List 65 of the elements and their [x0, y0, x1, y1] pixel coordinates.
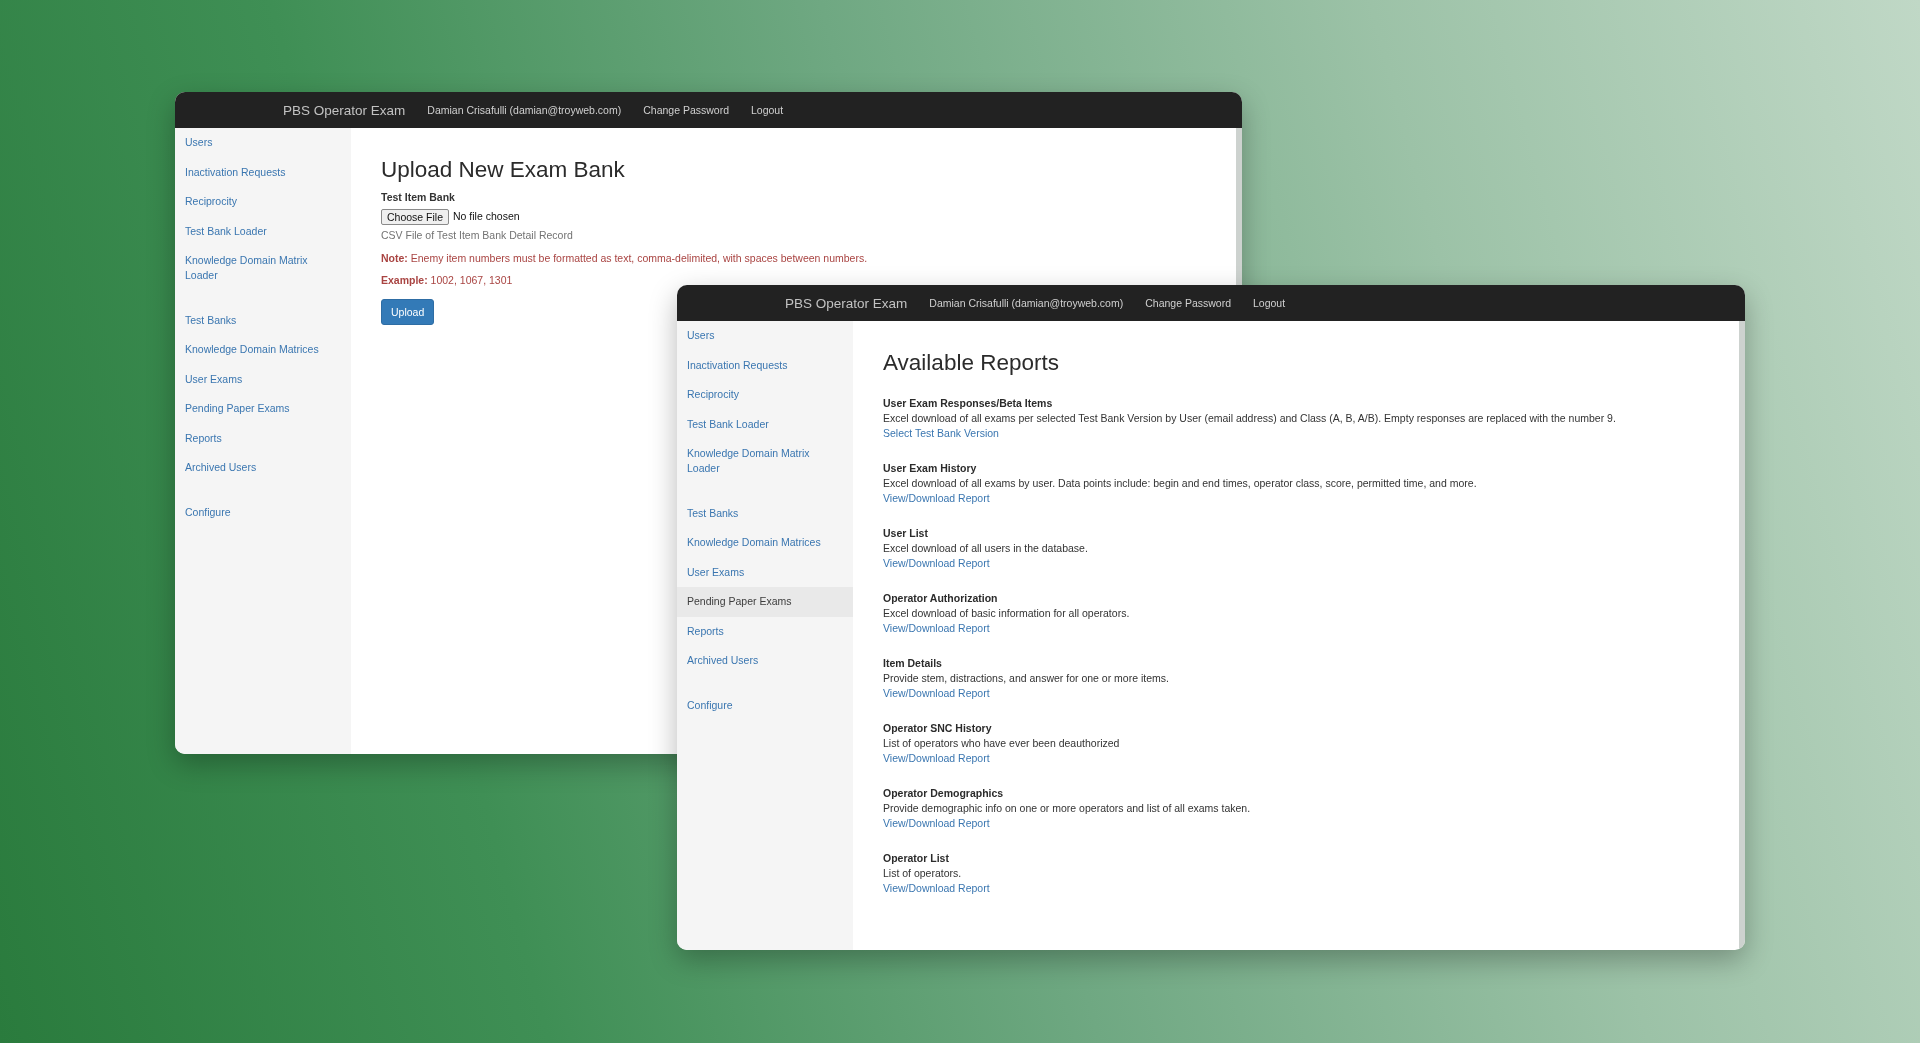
sidebar-link[interactable]: Reports	[175, 423, 351, 453]
sidebar-link[interactable]: User Exams	[175, 364, 351, 394]
sidebar-link[interactable]: Archived Users	[175, 453, 351, 483]
navbar-link[interactable]: Logout	[1242, 295, 1297, 311]
report-title: User Exam History	[883, 460, 978, 476]
report-description: Excel download of basic information for all operators.	[883, 605, 1131, 621]
sidebar-link[interactable]: Inactivation Requests	[677, 350, 853, 380]
help-text: CSV File of Test Item Bank Detail Record	[381, 228, 574, 244]
report-link[interactable]: View/Download Report	[883, 686, 990, 699]
report-title: User List	[883, 525, 929, 541]
page-heading: Available Reports	[883, 351, 1060, 376]
sidebar-link[interactable]: Users	[175, 128, 351, 158]
report-link[interactable]: View/Download Report	[883, 556, 990, 569]
report-title: Operator SNC History	[883, 720, 993, 736]
file-status-text: No file chosen	[453, 209, 520, 225]
sidebar-link[interactable]: Test Banks	[175, 305, 351, 335]
sidebar-link[interactable]: Users	[677, 321, 853, 351]
navbar-link[interactable]: Logout	[740, 102, 795, 118]
sidebar-link[interactable]: Knowledge Domain Matrices	[175, 335, 351, 365]
report-link[interactable]: View/Download Report	[883, 491, 990, 504]
sidebar-link[interactable]: Knowledge Domain Matrices	[677, 528, 853, 558]
sidebar-link[interactable]: Pending Paper Exams	[175, 394, 351, 424]
report-description: Excel download of all exams per selected Test Bank Version by User (email address) and Class (A, B, A/B). Empty responses are replaced with the number 9.	[883, 410, 1617, 426]
report-description: Excel download of all users in the database.	[883, 540, 1089, 556]
sidebar-link[interactable]: Archived Users	[677, 646, 853, 676]
report-title: Operator Authorization	[883, 590, 999, 606]
sidebar-link[interactable]: Knowledge Domain Matrix Loader	[175, 246, 351, 291]
example-text: Example: 1002, 1067, 1301	[381, 273, 514, 289]
sidebar-link[interactable]: Test Bank Loader	[175, 216, 351, 246]
sidebar-link[interactable]: Inactivation Requests	[175, 157, 351, 187]
sidebar-link[interactable]: Configure	[175, 497, 351, 527]
sidebar-link[interactable]: Reciprocity	[175, 187, 351, 217]
sidebar-link[interactable]: Knowledge Domain Matrix Loader	[677, 439, 853, 484]
brand-link[interactable]: PBS Operator Exam	[774, 295, 919, 311]
sidebar-link[interactable]: User Exams	[677, 557, 853, 587]
navbar-link[interactable]: Change Password	[1134, 295, 1242, 311]
sidebar-link[interactable]: Test Banks	[677, 498, 853, 528]
brand-link[interactable]: PBS Operator Exam	[272, 102, 417, 118]
report-description: List of operators.	[883, 865, 963, 881]
report-link[interactable]: Select Test Bank Version	[883, 426, 999, 439]
note-text: Note: Enemy item numbers must be formatted as text, comma-delimited, with spaces between numbers.	[381, 250, 869, 266]
sidebar-link[interactable]: Configure	[677, 690, 853, 720]
sidebar-link[interactable]: Test Bank Loader	[677, 409, 853, 439]
sidebar-link[interactable]: Reports	[677, 616, 853, 646]
field-label: Test Item Bank	[381, 190, 456, 206]
report-title: User Exam Responses/Beta Items	[883, 395, 1054, 411]
sidebar-link[interactable]: Reciprocity	[677, 380, 853, 410]
report-link[interactable]: View/Download Report	[883, 816, 990, 829]
upload-button[interactable]: Upload	[381, 299, 435, 326]
report-description: List of operators who have ever been deauthorized	[883, 735, 1121, 751]
report-description: Provide stem, distractions, and answer for one or more items.	[883, 670, 1170, 686]
navbar-link[interactable]: Damian Crisafulli (damian@troyweb.com)	[918, 295, 1135, 311]
navbar-link[interactable]: Damian Crisafulli (damian@troyweb.com)	[416, 102, 633, 118]
page-heading: Upload New Exam Bank	[381, 158, 626, 183]
report-link[interactable]: View/Download Report	[883, 881, 990, 894]
report-link[interactable]: View/Download Report	[883, 621, 990, 634]
sidebar-link[interactable]: Pending Paper Exams	[677, 587, 853, 617]
report-link[interactable]: View/Download Report	[883, 751, 990, 764]
report-title: Operator Demographics	[883, 785, 1005, 801]
choose-file-button[interactable]: Choose File	[381, 208, 450, 225]
report-description: Provide demographic info on one or more operators and list of all exams taken.	[883, 800, 1252, 816]
report-title: Operator List	[883, 850, 950, 866]
report-description: Excel download of all exams by user. Data points include: begin and end times, operator class, score, permitted time, and more.	[883, 475, 1478, 491]
navbar-link[interactable]: Change Password	[632, 102, 740, 118]
report-title: Item Details	[883, 655, 943, 671]
